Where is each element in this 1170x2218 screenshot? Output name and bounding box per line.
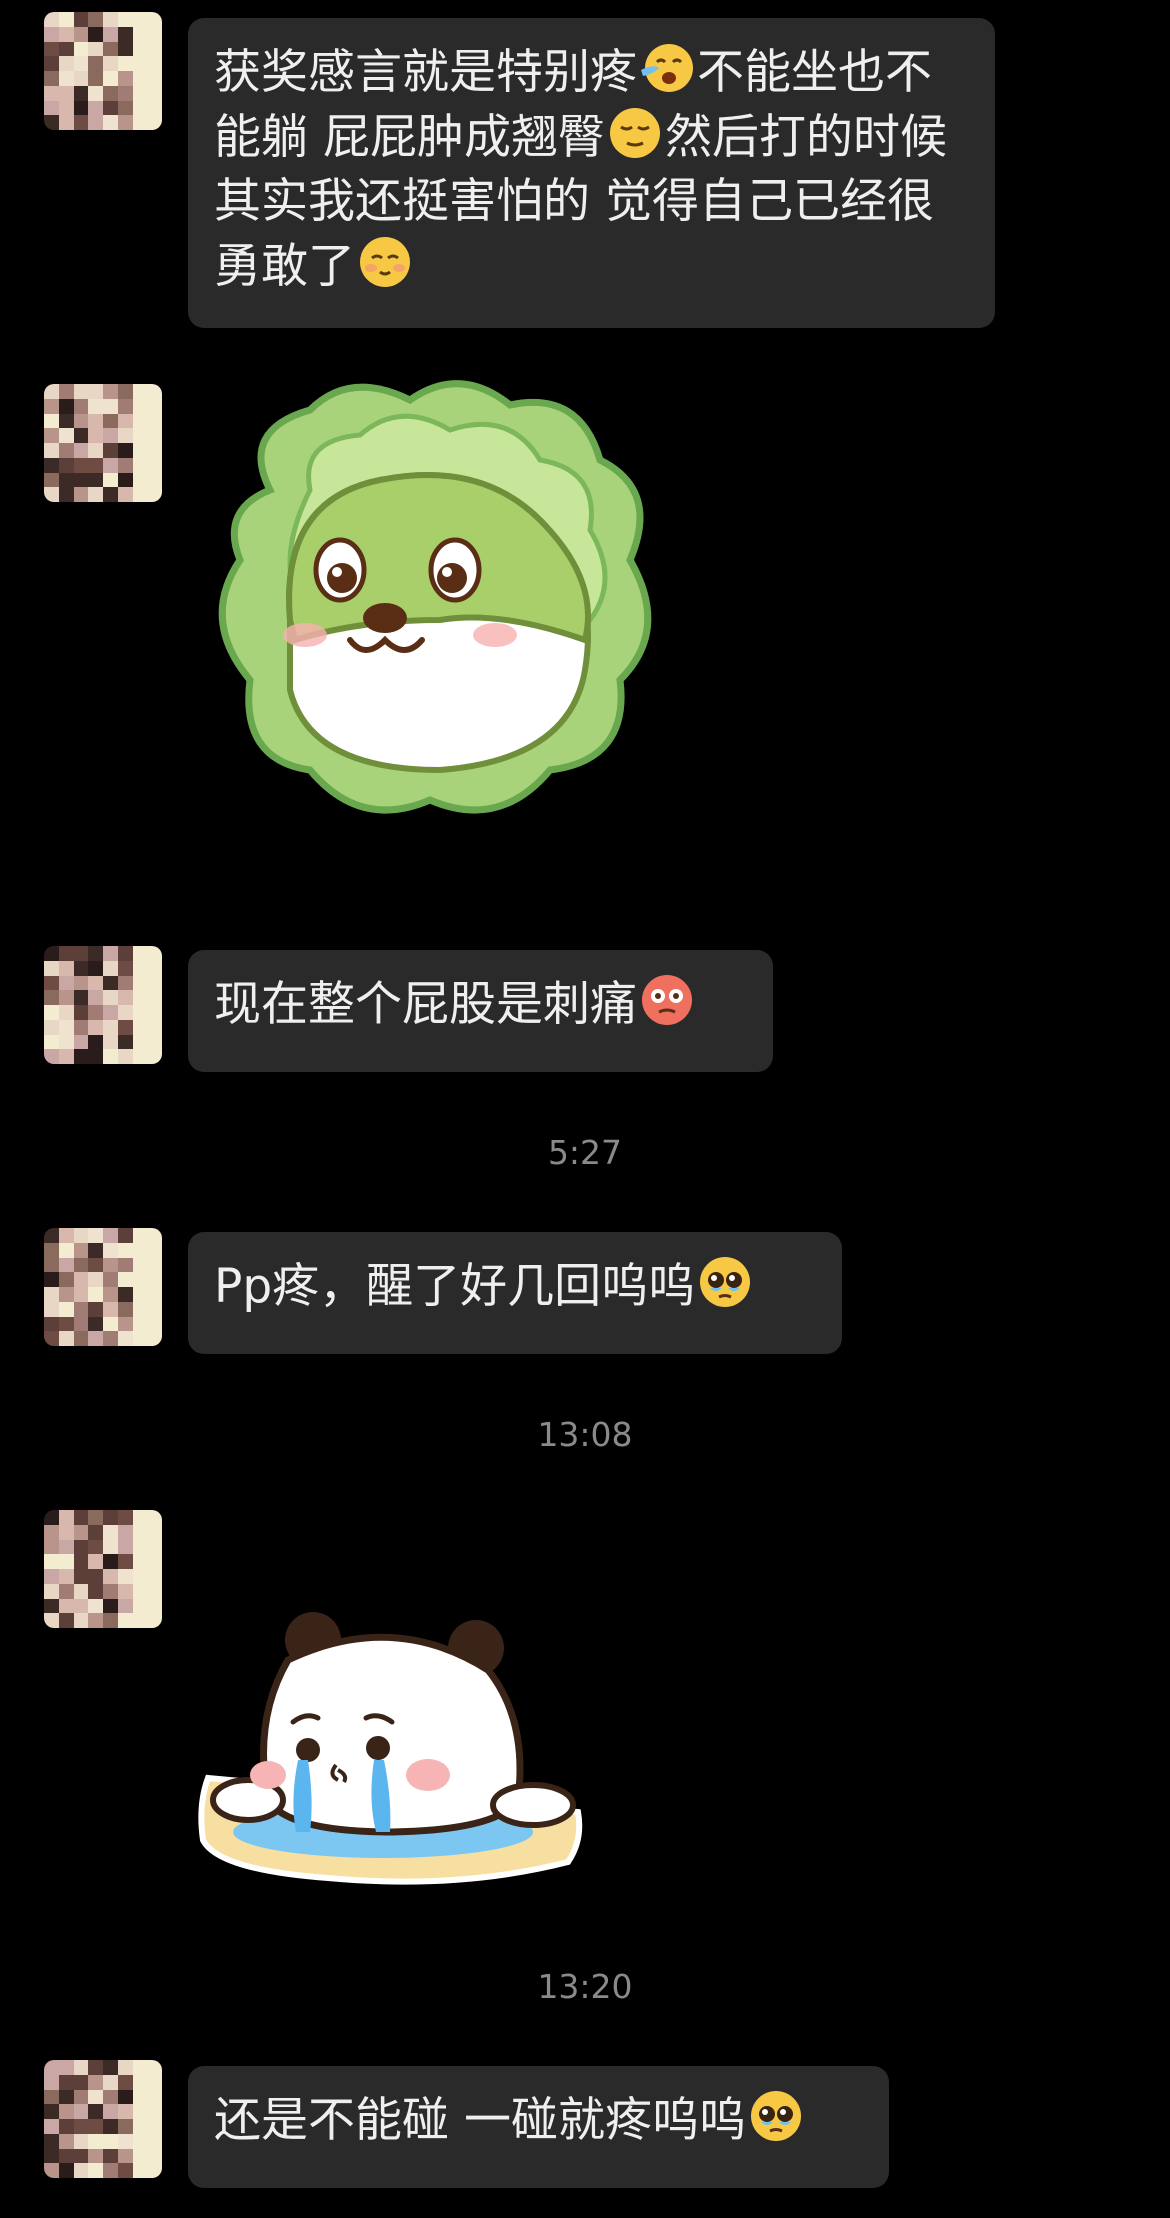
smiling-face-emoji-icon <box>360 237 410 287</box>
message-text: 现在整个屁股是刺痛 <box>214 977 637 1032</box>
relieved-face-emoji-icon <box>609 108 660 158</box>
avatar[interactable] <box>44 946 162 1064</box>
timestamp: 13:20 <box>537 1967 633 2006</box>
message-text: 获奖感言就是特别疼 <box>214 45 637 100</box>
dizzy-face-emoji-icon <box>642 975 692 1025</box>
timestamp: 5:27 <box>547 1133 623 1172</box>
message-bubble[interactable]: 现在整个屁股是刺痛 <box>188 950 773 1072</box>
pleading-face-emoji-icon <box>700 1257 751 1307</box>
pleading-face-emoji-icon <box>750 2091 801 2141</box>
message-bubble[interactable]: 还是不能碰 一碰就疼呜呜 <box>188 2066 889 2188</box>
message-text: 还是不能碰 一碰就疼呜呜 <box>214 2093 746 2148</box>
message-text: Pp疼，醒了好几回呜呜 <box>214 1259 696 1314</box>
message-bubble[interactable]: 获奖感言就是特别疼 不能坐也不能躺 屁屁肿成翘臀 然后打的时候其实我还挺害怕的 … <box>188 18 995 328</box>
timestamp: 13:08 <box>537 1415 633 1454</box>
avatar[interactable] <box>44 384 162 502</box>
message-bubble[interactable]: Pp疼，醒了好几回呜呜 <box>188 1232 842 1354</box>
avatar[interactable] <box>44 1228 162 1346</box>
chat-window: 获奖感言就是特别疼 不能坐也不能躺 屁屁肿成翘臀 然后打的时候其实我还挺害怕的 … <box>0 0 1170 2218</box>
cabbage-dog-sticker[interactable] <box>200 370 700 850</box>
crying-panda-sticker[interactable] <box>198 1600 588 1890</box>
avatar[interactable] <box>44 12 162 130</box>
avatar[interactable] <box>44 1510 162 1628</box>
loudly-crying-emoji-icon <box>641 44 693 92</box>
avatar[interactable] <box>44 2060 162 2178</box>
